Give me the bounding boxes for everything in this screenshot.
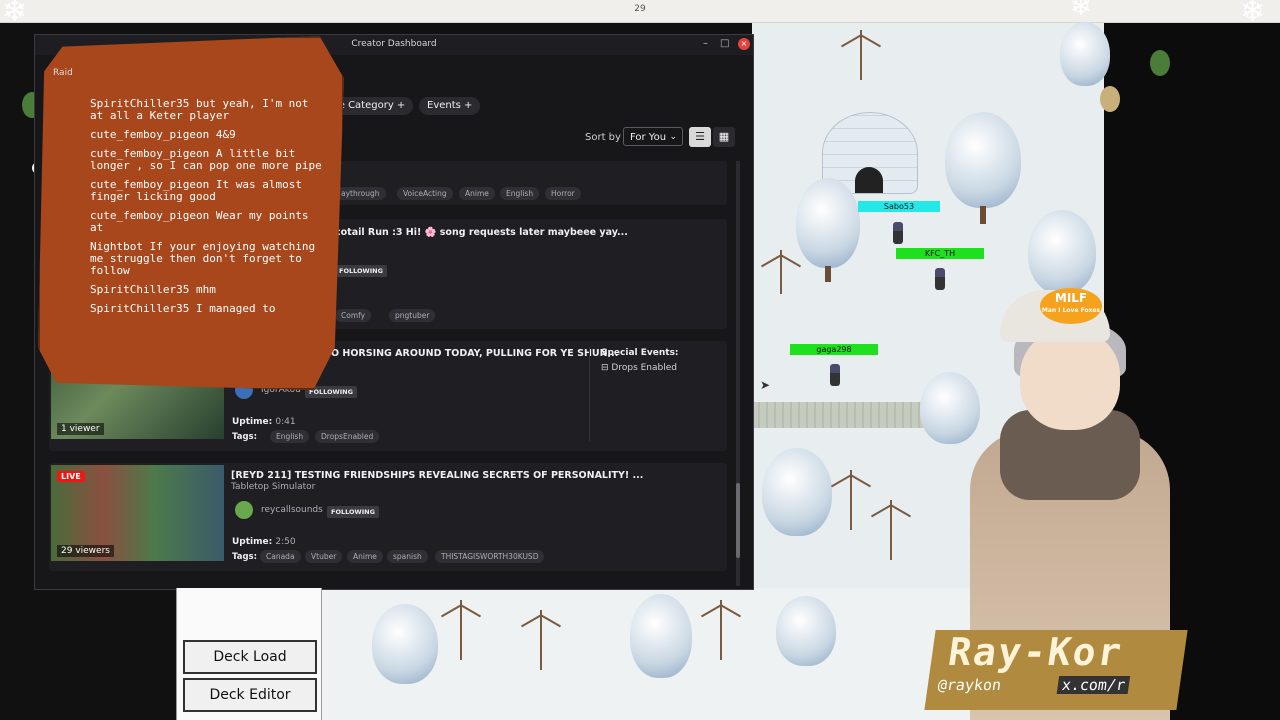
uptime: Uptime: 0:41	[232, 417, 296, 427]
special-events-label: Special Events:	[601, 348, 679, 358]
bare-tree	[860, 30, 862, 80]
tag[interactable]: Comfy	[335, 309, 372, 322]
events-filter-button[interactable]: Events +	[419, 97, 481, 115]
tag[interactable]: English	[270, 430, 310, 443]
chat-message: cute_femboy_pigeon It was almost finger …	[90, 178, 302, 203]
player-nametag: gaga298	[790, 344, 878, 355]
player-nametag: KFC_TH	[896, 248, 984, 259]
bare-tree	[540, 610, 542, 670]
streamer-social: x.com/r	[1056, 676, 1131, 694]
scrollbar-thumb[interactable]	[736, 483, 740, 558]
chevron-down-icon: ⌄	[669, 132, 677, 142]
special-event: ⊟ Drops Enabled	[601, 363, 677, 373]
bare-tree	[890, 500, 892, 560]
channel-name[interactable]: reycallsounds	[261, 505, 323, 515]
maximize-button[interactable]: □	[720, 38, 729, 49]
stone-path	[752, 402, 932, 428]
chat-message: cute_femboy_pigeon Wear my points at	[90, 209, 309, 234]
snowflake-icon: ❄	[2, 0, 28, 29]
tag[interactable]: THISTAGISWORTH30KUSD	[435, 550, 545, 563]
tag[interactable]: Vtuber	[305, 550, 343, 563]
minimize-button[interactable]: –	[703, 38, 708, 49]
snowflake-icon: ❄	[1070, 0, 1092, 22]
player-nametag: Sabo53	[858, 201, 940, 212]
bare-tree	[720, 600, 722, 660]
tag[interactable]: Anime	[347, 550, 383, 563]
tag[interactable]: spanish	[387, 550, 428, 563]
deck-editor-button[interactable]: Deck Editor	[183, 678, 317, 712]
tag[interactable]: DropsEnabled	[315, 430, 380, 443]
mouse-cursor-icon: ➤	[760, 378, 771, 392]
tag[interactable]: Canada	[260, 550, 301, 563]
streamer-handle: @raykon	[936, 676, 1003, 694]
chat-message: cute_femboy_pigeon 4&9	[90, 128, 236, 141]
channel-avatar[interactable]	[235, 501, 253, 519]
chat-message: SpiritChiller35 mhm	[90, 283, 216, 296]
close-button[interactable]: ×	[738, 38, 750, 50]
bare-tree	[780, 250, 782, 294]
deck-panel: Deck Load Deck Editor	[176, 588, 322, 720]
player-sprite	[935, 268, 945, 290]
tag[interactable]: pngtuber	[389, 309, 436, 322]
stream-card[interactable]: LIVE 29 viewers [REYD 211] TESTING FRIEN…	[49, 463, 727, 571]
ornament-icon	[1150, 50, 1170, 76]
player-sprite	[893, 222, 903, 244]
following-badge: FOLLOWING	[327, 506, 379, 518]
tag[interactable]: aythrough	[335, 187, 386, 200]
streamer-nameplate: Ray-Kor @raykon x.com/r	[924, 630, 1188, 710]
cap-logo: MILF Man I Love Foxes	[1040, 288, 1102, 324]
player-sprite	[830, 364, 840, 386]
sort-select[interactable]: For You ⌄	[623, 127, 683, 146]
chat-message: SpiritChiller35 but yeah, I'm not at all…	[90, 97, 309, 122]
sort-label: Sort by	[585, 132, 621, 143]
live-badge: LIVE	[57, 471, 85, 482]
tag[interactable]: English	[500, 187, 540, 200]
ornament-icon	[1100, 86, 1120, 112]
stream-thumbnail[interactable]: LIVE 29 viewers	[51, 465, 224, 561]
gift-icon: ⊟	[601, 363, 609, 373]
chat-message: Nightbot If your enjoying watching me st…	[90, 240, 316, 277]
game-name[interactable]: Tabletop Simulator	[231, 482, 315, 492]
tag[interactable]: Anime	[459, 187, 495, 200]
raid-label: Raid	[53, 68, 73, 78]
tag[interactable]: Horror	[545, 187, 581, 200]
stream-title[interactable]: cotail Run :3 Hi! 🌸 song requests later …	[335, 227, 628, 238]
list-view-button[interactable]: ☰	[689, 127, 711, 147]
deck-load-button[interactable]: Deck Load	[183, 640, 317, 674]
viewer-count: 29 viewers	[57, 545, 114, 557]
bare-tree	[850, 470, 852, 530]
tag[interactable]: VoiceActing	[397, 187, 453, 200]
divider	[589, 347, 590, 441]
snowflake-icon: ❄	[1240, 0, 1266, 29]
bare-tree	[460, 600, 462, 660]
following-badge: FOLLOWING	[335, 265, 387, 277]
chat-messages: SpiritChiller35 but yeah, I'm not at all…	[90, 98, 326, 322]
stream-title[interactable]: O HORSING AROUND TODAY, PULLING FOR YE S…	[331, 348, 618, 359]
tags-label: Tags:	[232, 432, 257, 442]
viewer-count: 1 viewer	[57, 423, 104, 435]
stream-title[interactable]: [REYD 211] TESTING FRIENDSHIPS REVEALING…	[231, 470, 643, 481]
grid-view-button[interactable]: ▦	[713, 127, 735, 147]
streamer-name: Ray-Kor	[945, 630, 1126, 674]
chat-message: cute_femboy_pigeon A little bit longer ,…	[90, 147, 322, 172]
uptime: Uptime: 2:50	[232, 537, 296, 547]
chat-message: SpiritChiller35 I managed to	[90, 302, 276, 315]
tags-label: Tags:	[232, 552, 257, 562]
